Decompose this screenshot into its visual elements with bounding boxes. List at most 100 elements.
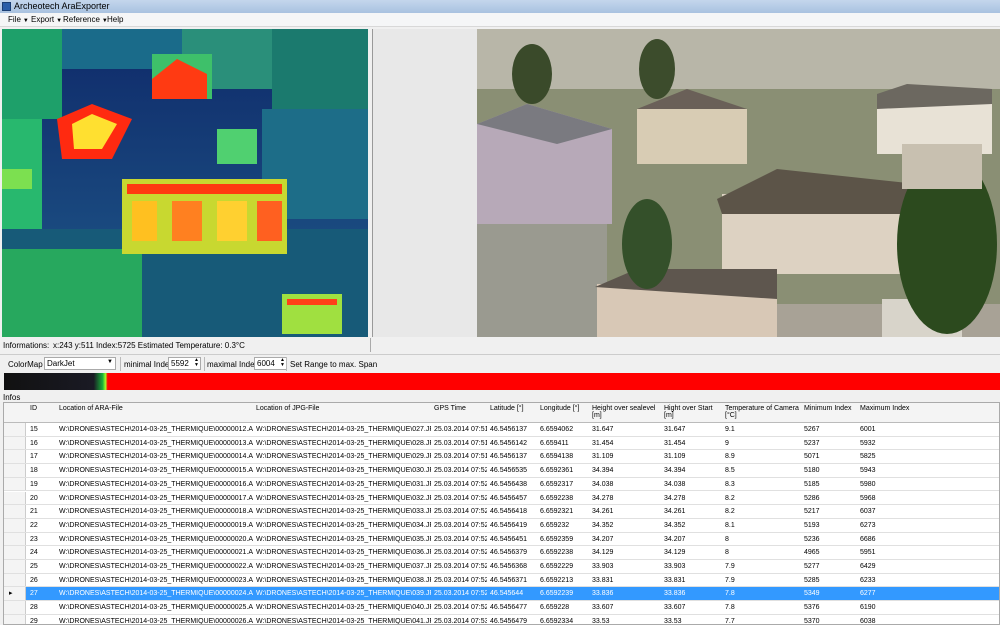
table-cell[interactable]: 5237 xyxy=(804,440,857,447)
table-cell[interactable]: 33.53 xyxy=(664,618,722,624)
table-cell[interactable]: 27 xyxy=(30,590,56,597)
table-cell[interactable]: W:\DRONES\ASTECH\2014-03-25_THERMIQUE\00… xyxy=(59,536,253,543)
table-cell[interactable]: 26 xyxy=(30,577,56,584)
table-row[interactable]: 29 W:\DRONES\ASTECH\2014-03-25_THERMIQUE\… xyxy=(4,614,999,624)
min-index-stepper[interactable]: 5592 ▲ ▼ xyxy=(168,357,201,370)
table-cell[interactable]: 23 xyxy=(30,536,56,543)
row-header[interactable] xyxy=(4,450,26,464)
table-cell[interactable]: 31.647 xyxy=(592,426,661,433)
colormap-select[interactable]: DarkJet ▼ xyxy=(44,357,116,370)
table-cell[interactable]: W:\DRONES\ASTECH\2014-03-25_THERMIQUE\00… xyxy=(59,549,253,556)
table-cell[interactable]: W:\DRONES\ASTECH\2014-03-25_THERMIQUE\00… xyxy=(59,453,253,460)
table-cell[interactable]: 25 xyxy=(30,563,56,570)
table-cell[interactable]: 46.5456457 xyxy=(490,495,537,502)
menu-help[interactable]: Help xyxy=(107,15,123,24)
table-cell[interactable]: 25.03.2014 07:53 xyxy=(434,618,487,624)
table-cell[interactable]: W:\DRONES\ASTECH\2014-03-25_THERMIQUE\03… xyxy=(256,549,431,556)
table-cell[interactable]: 46.5456438 xyxy=(490,481,537,488)
table-cell[interactable]: W:\DRONES\ASTECH\2014-03-25_THERMIQUE\03… xyxy=(256,508,431,515)
table-cell[interactable]: W:\DRONES\ASTECH\2014-03-25_THERMIQUE\02… xyxy=(256,453,431,460)
table-cell[interactable]: 6686 xyxy=(860,536,996,543)
table-cell[interactable]: 25.03.2014 07:52 xyxy=(434,577,487,584)
table-cell[interactable]: W:\DRONES\ASTECH\2014-03-25_THERMIQUE\03… xyxy=(256,495,431,502)
row-header[interactable] xyxy=(4,491,26,505)
table-cell[interactable]: 5370 xyxy=(804,618,857,624)
table-cell[interactable]: 33.836 xyxy=(664,590,722,597)
table-cell[interactable]: 5951 xyxy=(860,549,996,556)
table-cell[interactable]: 5943 xyxy=(860,467,996,474)
row-header[interactable] xyxy=(4,464,26,477)
table-cell[interactable]: 33.903 xyxy=(592,563,661,570)
table-cell[interactable]: W:\DRONES\ASTECH\2014-03-25_THERMIQUE\00… xyxy=(59,467,253,474)
table-row[interactable]: 19 W:\DRONES\ASTECH\2014-03-25_THERMIQUE\… xyxy=(4,477,999,492)
table-row[interactable]: 15 W:\DRONES\ASTECH\2014-03-25_THERMIQUE\… xyxy=(4,423,999,437)
column-header[interactable]: Height over sealevel [m] xyxy=(592,405,660,419)
menu-export[interactable]: Export ▼ xyxy=(31,15,62,24)
table-cell[interactable]: 34.352 xyxy=(592,522,661,529)
row-header[interactable]: ▸ xyxy=(4,587,26,601)
table-row[interactable]: 26 W:\DRONES\ASTECH\2014-03-25_THERMIQUE\… xyxy=(4,573,999,588)
table-cell[interactable]: 34.038 xyxy=(664,481,722,488)
menu-reference[interactable]: Reference ▼ xyxy=(63,15,108,24)
column-header[interactable]: Location of ARA-File xyxy=(59,405,252,412)
table-cell[interactable]: 31.109 xyxy=(592,453,661,460)
table-cell[interactable]: 46.5456479 xyxy=(490,618,537,624)
table-cell[interactable]: W:\DRONES\ASTECH\2014-03-25_THERMIQUE\00… xyxy=(59,522,253,529)
spinner-icon[interactable]: ▲ ▼ xyxy=(280,358,285,368)
row-header[interactable] xyxy=(4,423,26,436)
table-row[interactable]: 22 W:\DRONES\ASTECH\2014-03-25_THERMIQUE\… xyxy=(4,518,999,533)
table-cell[interactable]: 33.831 xyxy=(592,577,661,584)
table-cell[interactable]: W:\DRONES\ASTECH\2014-03-25_THERMIQUE\02… xyxy=(256,426,431,433)
table-cell[interactable]: 34.261 xyxy=(592,508,661,515)
table-cell[interactable]: 6277 xyxy=(860,590,996,597)
table-cell[interactable]: W:\DRONES\ASTECH\2014-03-25_THERMIQUE\00… xyxy=(59,618,253,624)
table-cell[interactable]: 16 xyxy=(30,440,56,447)
table-cell[interactable]: 6233 xyxy=(860,577,996,584)
table-cell[interactable]: 6.6594062 xyxy=(540,426,589,433)
table-cell[interactable]: 5980 xyxy=(860,481,996,488)
table-cell[interactable]: W:\DRONES\ASTECH\2014-03-25_THERMIQUE\03… xyxy=(256,467,431,474)
table-cell[interactable]: 5376 xyxy=(804,604,857,611)
column-header[interactable]: Temperature of Camera [°C] xyxy=(725,405,800,419)
table-cell[interactable]: W:\DRONES\ASTECH\2014-03-25_THERMIQUE\04… xyxy=(256,604,431,611)
table-cell[interactable]: 8 xyxy=(725,536,801,543)
table-cell[interactable]: 33.607 xyxy=(664,604,722,611)
row-header[interactable] xyxy=(4,573,26,587)
table-cell[interactable]: 46.5456379 xyxy=(490,549,537,556)
table-cell[interactable]: 8.3 xyxy=(725,481,801,488)
table-cell[interactable]: 6.659411 xyxy=(540,440,589,447)
table-cell[interactable]: 46.5456371 xyxy=(490,577,537,584)
table-cell[interactable]: 6038 xyxy=(860,618,996,624)
table-cell[interactable]: 25.03.2014 07:51 xyxy=(434,440,487,447)
table-cell[interactable]: 31.647 xyxy=(664,426,722,433)
table-cell[interactable]: 34.129 xyxy=(592,549,661,556)
table-cell[interactable]: 8.5 xyxy=(725,467,801,474)
table-cell[interactable]: 5180 xyxy=(804,467,857,474)
table-cell[interactable]: 20 xyxy=(30,495,56,502)
table-cell[interactable]: 33.836 xyxy=(592,590,661,597)
row-header[interactable] xyxy=(4,505,26,518)
table-cell[interactable]: 25.03.2014 07:52 xyxy=(434,563,487,570)
table-cell[interactable]: 46.5456419 xyxy=(490,522,537,529)
table-cell[interactable]: 22 xyxy=(30,522,56,529)
max-index-stepper[interactable]: 6004 ▲ ▼ xyxy=(254,357,287,370)
table-cell[interactable]: W:\DRONES\ASTECH\2014-03-25_THERMIQUE\03… xyxy=(256,577,431,584)
thermal-image-view[interactable] xyxy=(2,29,368,337)
table-cell[interactable]: 25.03.2014 07:52 xyxy=(434,590,487,597)
row-header[interactable] xyxy=(4,601,26,614)
table-cell[interactable]: 8.2 xyxy=(725,508,801,515)
table-cell[interactable]: 46.5456137 xyxy=(490,453,537,460)
table-cell[interactable]: 25.03.2014 07:52 xyxy=(434,481,487,488)
row-header[interactable] xyxy=(4,614,26,624)
table-cell[interactable]: W:\DRONES\ASTECH\2014-03-25_THERMIQUE\03… xyxy=(256,536,431,543)
table-cell[interactable]: W:\DRONES\ASTECH\2014-03-25_THERMIQUE\04… xyxy=(256,618,431,624)
column-header[interactable]: Maximum Index xyxy=(860,405,995,412)
table-cell[interactable]: 5277 xyxy=(804,563,857,570)
table-cell[interactable]: W:\DRONES\ASTECH\2014-03-25_THERMIQUE\03… xyxy=(256,590,431,597)
table-cell[interactable]: 19 xyxy=(30,481,56,488)
table-cell[interactable]: 33.831 xyxy=(664,577,722,584)
table-cell[interactable]: 8.2 xyxy=(725,495,801,502)
table-row[interactable]: 25 W:\DRONES\ASTECH\2014-03-25_THERMIQUE\… xyxy=(4,560,999,574)
table-cell[interactable]: 6.6592317 xyxy=(540,481,589,488)
table-cell[interactable]: 34.129 xyxy=(664,549,722,556)
